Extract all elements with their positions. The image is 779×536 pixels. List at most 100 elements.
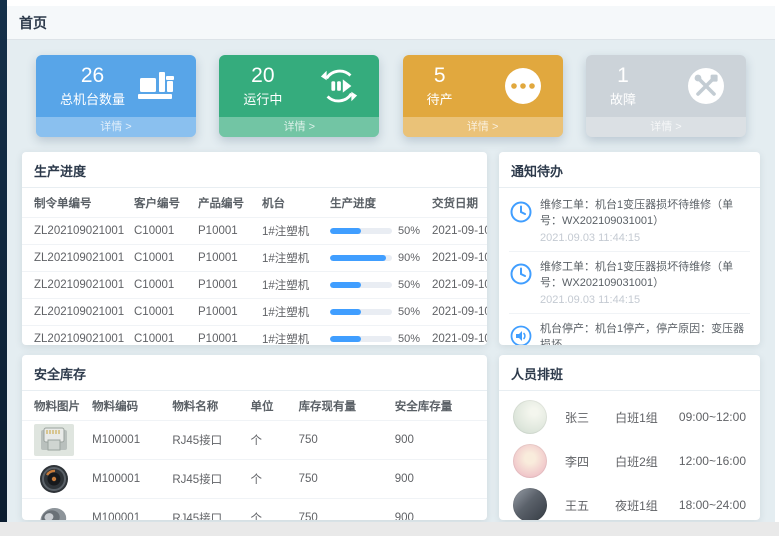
page-title: 首页: [19, 13, 47, 33]
machine-cell: 1#注塑机: [258, 218, 326, 245]
progress-bar: 50%: [330, 306, 424, 318]
production-table-row: ZL202109021001C10001P100011#注塑机50%2021-0…: [22, 272, 487, 299]
progress-cell: 90%: [326, 245, 428, 272]
inventory-column-header: 物料编码: [88, 391, 168, 421]
shift-time: 12:00~16:00: [679, 454, 746, 468]
schedule-row: 张三白班1组09:00~12:00: [513, 395, 746, 439]
stock-qty-cell: 750: [295, 499, 391, 521]
machine-cell: 1#注塑机: [258, 299, 326, 326]
schedule-row: 王五夜班1组18:00~24:00: [513, 483, 746, 520]
delivery-date-cell: 2021-09-10: [428, 272, 487, 299]
notification-item[interactable]: 机台停产：机台1停产，停产原因：变压器损坏2021.09.03 11:44:15: [509, 314, 750, 345]
notifications-panel: 通知待办 维修工单：机台1变压器损坏待维修（单号：WX202109031001）…: [499, 152, 760, 345]
scrollbar-track[interactable]: [775, 0, 779, 522]
customer-cell: C10001: [130, 218, 194, 245]
stat-card-value: 1: [617, 65, 629, 87]
rj45-connector-image: [22, 421, 88, 460]
inventory-column-header: 物料图片: [22, 391, 88, 421]
window-bottom-edge: [0, 522, 779, 536]
stat-card-body: 5待产: [403, 55, 563, 117]
progress-track: [330, 309, 392, 315]
customer-cell: C10001: [130, 245, 194, 272]
stat-card-detail-link[interactable]: 详情 >: [403, 117, 563, 137]
dashboard-page: 首页 26总机台数量详情 >20运行中详情 >5待产详情 >1故障详情 > 生产…: [7, 0, 775, 522]
product-cell: P10001: [194, 218, 258, 245]
notification-text: 机台停产：机台1停产，停产原因：变压器损坏: [540, 322, 750, 345]
inventory-table-row: M100001RJ45接口个750900: [22, 421, 487, 460]
stat-card-4[interactable]: 1故障详情 >: [586, 55, 746, 137]
product-cell: P10001: [194, 326, 258, 346]
stat-card-body: 20运行中: [219, 55, 379, 117]
delivery-date-cell: 2021-09-10: [428, 245, 487, 272]
safety-qty-cell: 900: [391, 421, 487, 460]
order-no-cell: ZL202109021001: [22, 272, 130, 299]
production-column-header: 产品编号: [194, 188, 258, 218]
waiting-icon: [503, 66, 543, 106]
delivery-date-cell: 2021-09-10: [428, 218, 487, 245]
order-no-cell: ZL202109021001: [22, 218, 130, 245]
stat-card-detail-link[interactable]: 详情 >: [219, 117, 379, 137]
safety-stock-table-header: 物料图片物料编码物料名称单位库存现有量安全库存量: [22, 391, 487, 421]
order-no-cell: ZL202109021001: [22, 326, 130, 346]
notification-timestamp: 2021.09.03 11:44:15: [540, 232, 750, 244]
production-progress-panel: 生产进度 制令单编号客户编号产品编号机台生产进度交货日期 ZL202109021…: [22, 152, 487, 345]
progress-percent-label: 50%: [398, 225, 420, 237]
panel-grid: 生产进度 制令单编号客户编号产品编号机台生产进度交货日期 ZL202109021…: [22, 152, 760, 520]
order-no-cell: ZL202109021001: [22, 245, 130, 272]
avatar: [513, 488, 547, 520]
progress-bar: 50%: [330, 279, 424, 291]
notification-content: 维修工单：机台1变压器损坏待维修（单号：WX202109031001） 2021.…: [540, 198, 750, 244]
safety-qty-cell: 900: [391, 460, 487, 499]
stock-qty-cell: 750: [295, 460, 391, 499]
production-table-row: ZL202109021001C10001P100011#注塑机 50% 2021-0…: [22, 218, 487, 245]
safety-stock-table: 物料图片物料编码物料名称单位库存现有量安全库存量 M100001RJ45接口个7…: [22, 391, 487, 520]
progress-percent-label: 50%: [398, 306, 420, 318]
clock-icon: [509, 200, 533, 224]
stat-card-2[interactable]: 20运行中详情 >: [219, 55, 379, 137]
material-name-cell: RJ45接口: [168, 460, 246, 499]
notification-text: 维修工单：机台1变压器损坏待维修（单号：WX202109031001）: [540, 198, 750, 230]
stat-card-text: 5待产: [427, 65, 453, 108]
stat-card-1[interactable]: 26总机台数量详情 >: [36, 55, 196, 137]
notification-item[interactable]: 维修工单：机台1变压器损坏待维修（单号：WX202109031001）2021.…: [509, 252, 750, 314]
running-icon: [319, 66, 359, 106]
progress-bar: 50%: [330, 225, 424, 237]
notification-text: 维修工单：机台1变压器损坏待维修（单号：WX202109031001）: [540, 260, 750, 292]
progress-percent-label: 50%: [398, 333, 420, 345]
progress-cell: 50%: [326, 272, 428, 299]
production-table-row: ZL202109021001C10001P100011#注塑机50%2021-0…: [22, 326, 487, 346]
progress-fill: [330, 255, 386, 261]
production-column-header: 交货日期: [428, 188, 487, 218]
shift-label: 白班1组: [615, 409, 679, 426]
notifications-panel-title: 通知待办: [499, 152, 760, 188]
inventory-column-header: 安全库存量: [391, 391, 487, 421]
progress-bar: 50%: [330, 333, 424, 345]
inventory-column-header: 物料名称: [168, 391, 246, 421]
stat-card-label: 运行中: [243, 89, 282, 108]
stat-card-detail-link[interactable]: 详情 >: [586, 117, 746, 137]
inventory-column-header: 单位: [246, 391, 294, 421]
safety-qty-cell: 900: [391, 499, 487, 521]
shift-time: 18:00~24:00: [679, 498, 746, 512]
main-area: 26总机台数量详情 >20运行中详情 >5待产详情 >1故障详情 > 生产进度 …: [7, 40, 775, 522]
material-name-cell: RJ45接口: [168, 499, 246, 521]
safety-stock-panel: 安全库存 物料图片物料编码物料名称单位库存现有量安全库存量 M100001RJ4…: [22, 355, 487, 520]
stat-card-3[interactable]: 5待产详情 >: [403, 55, 563, 137]
production-column-header: 机台: [258, 188, 326, 218]
progress-track: [330, 228, 392, 234]
person-name: 张三: [565, 409, 615, 426]
personnel-schedule-panel: 人员排班 张三白班1组09:00~12:00李四白班2组12:00~16:00王…: [499, 355, 760, 520]
stat-card-text: 1故障: [610, 65, 636, 108]
stat-cards-row: 26总机台数量详情 >20运行中详情 >5待产详情 >1故障详情 >: [22, 55, 760, 137]
collapsed-sidebar[interactable]: [0, 0, 7, 522]
schedule-list: 张三白班1组09:00~12:00李四白班2组12:00~16:00王五夜班1组…: [499, 391, 760, 520]
unit-cell: 个: [246, 499, 294, 521]
stat-card-text: 20运行中: [243, 65, 282, 108]
unit-cell: 个: [246, 421, 294, 460]
notification-item[interactable]: 维修工单：机台1变压器损坏待维修（单号：WX202109031001） 2021.…: [509, 190, 750, 252]
stat-card-detail-link[interactable]: 详情 >: [36, 117, 196, 137]
machine-icon: [136, 66, 176, 106]
material-code-cell: M100001: [88, 421, 168, 460]
inventory-table-row: M100001RJ45接口个750900: [22, 499, 487, 521]
progress-bar: 90%: [330, 252, 424, 264]
